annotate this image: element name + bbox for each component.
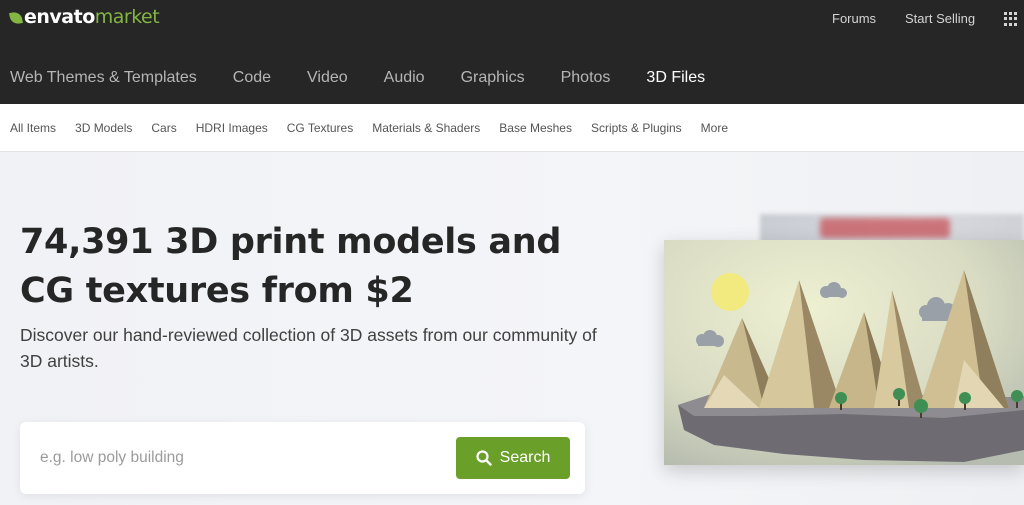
grid-menu-icon[interactable]	[1004, 12, 1018, 26]
logo-brand-text: envato	[24, 6, 95, 28]
subcategory-nav: All Items 3D Models Cars HDRI Images CG …	[0, 104, 1024, 152]
search-icon	[476, 450, 492, 466]
top-header: envato market Forums Start Selling Web T…	[0, 0, 1024, 104]
category-web-themes-templates[interactable]: Web Themes & Templates	[10, 60, 197, 96]
subnav-cars[interactable]: Cars	[151, 121, 176, 135]
subnav-all-items[interactable]: All Items	[10, 121, 56, 135]
envato-market-logo[interactable]: envato market	[9, 5, 160, 29]
forums-link[interactable]: Forums	[832, 11, 876, 26]
subnav-scripts-plugins[interactable]: Scripts & Plugins	[591, 121, 682, 135]
search-button[interactable]: Search	[456, 437, 570, 479]
hero-headline: 74,391 3D print models and CG textures f…	[20, 218, 620, 316]
category-3d-files[interactable]: 3D Files	[646, 60, 705, 96]
envato-leaf-icon	[9, 11, 23, 25]
subnav-3d-models[interactable]: 3D Models	[75, 121, 132, 135]
search-input[interactable]	[40, 445, 440, 471]
logo-product-text: market	[94, 6, 160, 28]
hero-headline-line-1: 74,391 3D print models and	[20, 222, 562, 262]
subnav-cg-textures[interactable]: CG Textures	[287, 121, 353, 135]
category-code[interactable]: Code	[233, 60, 271, 96]
search-box: Search	[20, 422, 585, 494]
subnav-more[interactable]: More	[701, 121, 728, 135]
category-nav: Web Themes & Templates Code Video Audio …	[0, 60, 741, 104]
subnav-base-meshes[interactable]: Base Meshes	[499, 121, 572, 135]
category-photos[interactable]: Photos	[561, 60, 611, 96]
search-button-label: Search	[499, 449, 551, 466]
hero-description: Discover our hand-reviewed collection of…	[20, 325, 597, 371]
start-selling-link[interactable]: Start Selling	[905, 11, 975, 26]
category-video[interactable]: Video	[307, 60, 348, 96]
hero-section: 74,391 3D print models and CG textures f…	[0, 152, 1024, 505]
background-artwork-accent	[820, 218, 950, 238]
hero-artwork-low-poly-island	[664, 240, 1024, 465]
category-audio[interactable]: Audio	[384, 60, 425, 96]
subnav-hdri-images[interactable]: HDRI Images	[196, 121, 268, 135]
category-graphics[interactable]: Graphics	[461, 60, 525, 96]
hero-headline-line-2: CG textures from $2	[20, 271, 414, 311]
subnav-materials-shaders[interactable]: Materials & Shaders	[372, 121, 480, 135]
